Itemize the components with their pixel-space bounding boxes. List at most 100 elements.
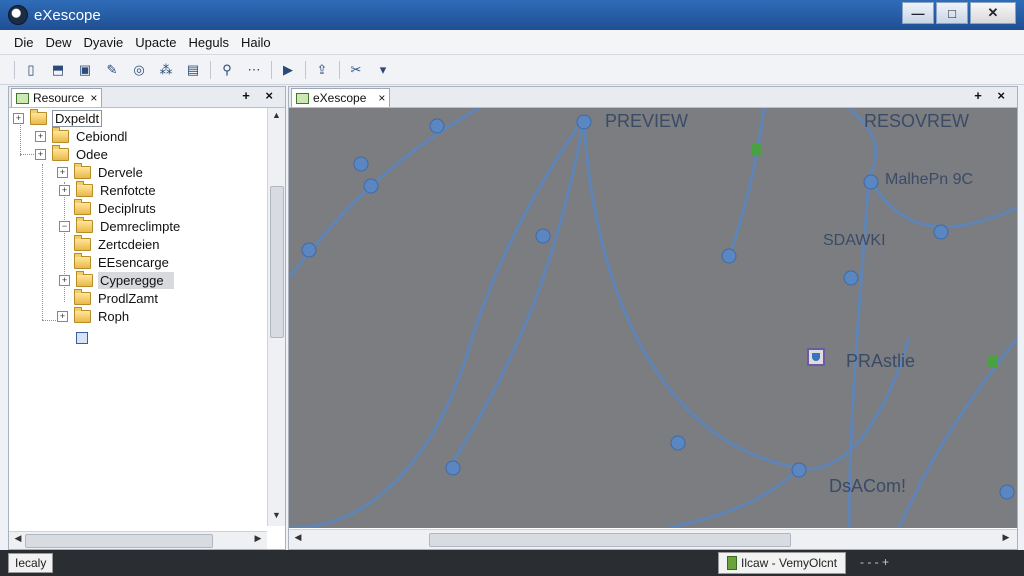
resource-pane: Resource × + × + Dxpeldt + Cebiondl + Od… bbox=[8, 86, 286, 550]
map-label-preview: PREVIEW bbox=[605, 111, 689, 131]
tree-item[interactable]: + Renfotcte bbox=[59, 180, 158, 199]
scroll-right-arrow-icon[interactable]: ▶ bbox=[999, 532, 1013, 546]
menu-item-heguls[interactable]: Heguls bbox=[182, 35, 234, 50]
route-line bbox=[897, 337, 1017, 528]
tab-exescope[interactable]: eXescope × bbox=[291, 88, 391, 107]
preview-canvas[interactable]: PREVIEW RESOVREW MalhePn 9C SDAWKI PRAst… bbox=[289, 108, 1017, 528]
toolbar-separator bbox=[339, 60, 340, 79]
route-node bbox=[863, 174, 879, 190]
expand-icon[interactable]: − bbox=[59, 220, 70, 232]
zoom-icon[interactable]: ⚲ bbox=[217, 60, 237, 80]
folder-icon bbox=[74, 288, 91, 305]
tab-close-icon[interactable]: × bbox=[90, 91, 97, 105]
tree-horizontal-scrollbar[interactable]: ◀ ▶ bbox=[9, 531, 267, 549]
route-line bbox=[289, 108, 480, 279]
tree-item[interactable]: EEsencarge bbox=[74, 252, 171, 271]
tree-item[interactable]: + Dxpeldt bbox=[13, 108, 103, 127]
selected-location-pin-icon[interactable] bbox=[807, 348, 825, 366]
document-icon[interactable]: ▤ bbox=[183, 60, 203, 80]
menu-item-view[interactable]: Dew bbox=[40, 35, 78, 50]
app-logo-icon bbox=[8, 5, 28, 25]
expand-icon[interactable]: + bbox=[35, 130, 46, 142]
expand-icon[interactable]: + bbox=[57, 310, 68, 322]
tree-item-label: Demreclimpte bbox=[100, 218, 181, 234]
status-extra: - - - + bbox=[860, 555, 889, 569]
folder-icon bbox=[76, 270, 93, 287]
tree-item[interactable]: + Roph bbox=[57, 306, 131, 325]
title-bar[interactable]: eXescope — □ ✕ bbox=[0, 0, 1024, 30]
open-icon[interactable]: ⬒ bbox=[48, 60, 68, 80]
resource-tab-row: Resource × + × bbox=[9, 87, 285, 108]
scroll-up-arrow-icon[interactable]: ▲ bbox=[268, 110, 285, 124]
tree-item[interactable] bbox=[76, 329, 88, 347]
scroll-thumb[interactable] bbox=[429, 533, 791, 547]
save-icon[interactable]: ▣ bbox=[75, 60, 95, 80]
route-node bbox=[363, 178, 379, 194]
scissors-icon[interactable]: ✂ bbox=[346, 60, 366, 80]
tree-item[interactable]: Zertcdeien bbox=[74, 234, 161, 253]
map-label-resovrew: RESOVREW bbox=[864, 111, 970, 131]
route-node bbox=[535, 228, 551, 244]
new-file-icon[interactable]: ▯ bbox=[21, 60, 41, 80]
tree-item-label: Deciplruts bbox=[98, 200, 156, 216]
tree-item[interactable]: + Odee bbox=[35, 144, 110, 163]
menu-item-file[interactable]: Die bbox=[8, 35, 40, 50]
route-node bbox=[791, 462, 807, 478]
file-icon bbox=[76, 332, 88, 344]
route-node bbox=[445, 460, 461, 476]
window-title: eXescope bbox=[34, 6, 101, 24]
route-node bbox=[843, 270, 859, 286]
scroll-left-arrow-icon[interactable]: ◀ bbox=[291, 532, 305, 546]
map-label-sdawki: SDAWKI bbox=[823, 232, 886, 249]
dropdown-arrow-icon[interactable]: ▾ bbox=[373, 60, 393, 80]
expand-icon[interactable]: + bbox=[59, 184, 70, 196]
find-icon[interactable]: ◎ bbox=[129, 60, 149, 80]
tree-item[interactable]: Deciplruts bbox=[74, 198, 158, 217]
status-panel-text: Ilcaw - VemyOlcnt bbox=[741, 556, 838, 570]
menu-item-dyavie[interactable]: Dyavie bbox=[78, 35, 130, 50]
status-indicator-icon bbox=[727, 556, 737, 570]
tree-line bbox=[20, 122, 21, 156]
tree-item[interactable]: + Cebiondl bbox=[35, 126, 129, 145]
expand-icon[interactable]: + bbox=[13, 112, 24, 124]
pane-controls[interactable]: + × bbox=[974, 88, 1011, 103]
bookmark-icon[interactable]: ⁂ bbox=[156, 60, 176, 80]
folder-icon bbox=[74, 252, 91, 269]
export-icon[interactable]: ⇪ bbox=[312, 60, 332, 80]
expand-icon[interactable]: + bbox=[57, 166, 68, 178]
scroll-thumb[interactable] bbox=[270, 186, 284, 338]
tree-item[interactable]: − Demreclimpte bbox=[59, 216, 182, 235]
toolbar-separator bbox=[14, 60, 15, 79]
tree-item[interactable]: + Dervele bbox=[57, 162, 145, 181]
resource-tab-icon bbox=[16, 92, 29, 104]
run-icon[interactable]: ▶ bbox=[278, 60, 298, 80]
tab-close-icon[interactable]: × bbox=[378, 91, 385, 105]
expand-icon[interactable]: + bbox=[59, 274, 70, 286]
tree-item[interactable]: + Cyperegge bbox=[59, 270, 174, 289]
route-line bbox=[447, 117, 586, 469]
tree-line bbox=[20, 154, 34, 155]
maximize-button[interactable]: □ bbox=[936, 2, 968, 24]
folder-icon bbox=[76, 216, 93, 233]
menu-item-update[interactable]: Upacte bbox=[129, 35, 182, 50]
options-icon[interactable]: ⋯ bbox=[244, 60, 264, 80]
tree-item[interactable]: ProdlZamt bbox=[74, 288, 160, 307]
route-node bbox=[301, 242, 317, 258]
close-button[interactable]: ✕ bbox=[970, 2, 1016, 24]
preview-horizontal-scrollbar[interactable]: ◀ ▶ bbox=[289, 529, 1017, 549]
scroll-down-arrow-icon[interactable]: ▼ bbox=[268, 510, 285, 524]
minimize-button[interactable]: — bbox=[902, 2, 934, 24]
toolbar: ▯ ⬒ ▣ ✎ ◎ ⁂ ▤ ⚲ ⋯ ▶ ⇪ ✂ ▾ bbox=[0, 55, 1024, 85]
expand-icon[interactable]: + bbox=[35, 148, 46, 160]
menu-item-help[interactable]: Hailo bbox=[235, 35, 277, 50]
tree-vertical-scrollbar[interactable]: ▲ ▼ bbox=[267, 108, 285, 526]
scroll-thumb[interactable] bbox=[25, 534, 213, 548]
scroll-right-arrow-icon[interactable]: ▶ bbox=[251, 533, 265, 547]
edit-icon[interactable]: ✎ bbox=[102, 60, 122, 80]
tab-resource[interactable]: Resource × bbox=[11, 88, 103, 107]
preview-tab-icon bbox=[296, 92, 309, 104]
resource-tree: + Dxpeldt + Cebiondl + Odee + Dervele + bbox=[9, 108, 267, 526]
pane-controls[interactable]: + × bbox=[242, 88, 279, 103]
scroll-left-arrow-icon[interactable]: ◀ bbox=[11, 533, 25, 547]
toolbar-separator bbox=[210, 60, 211, 79]
